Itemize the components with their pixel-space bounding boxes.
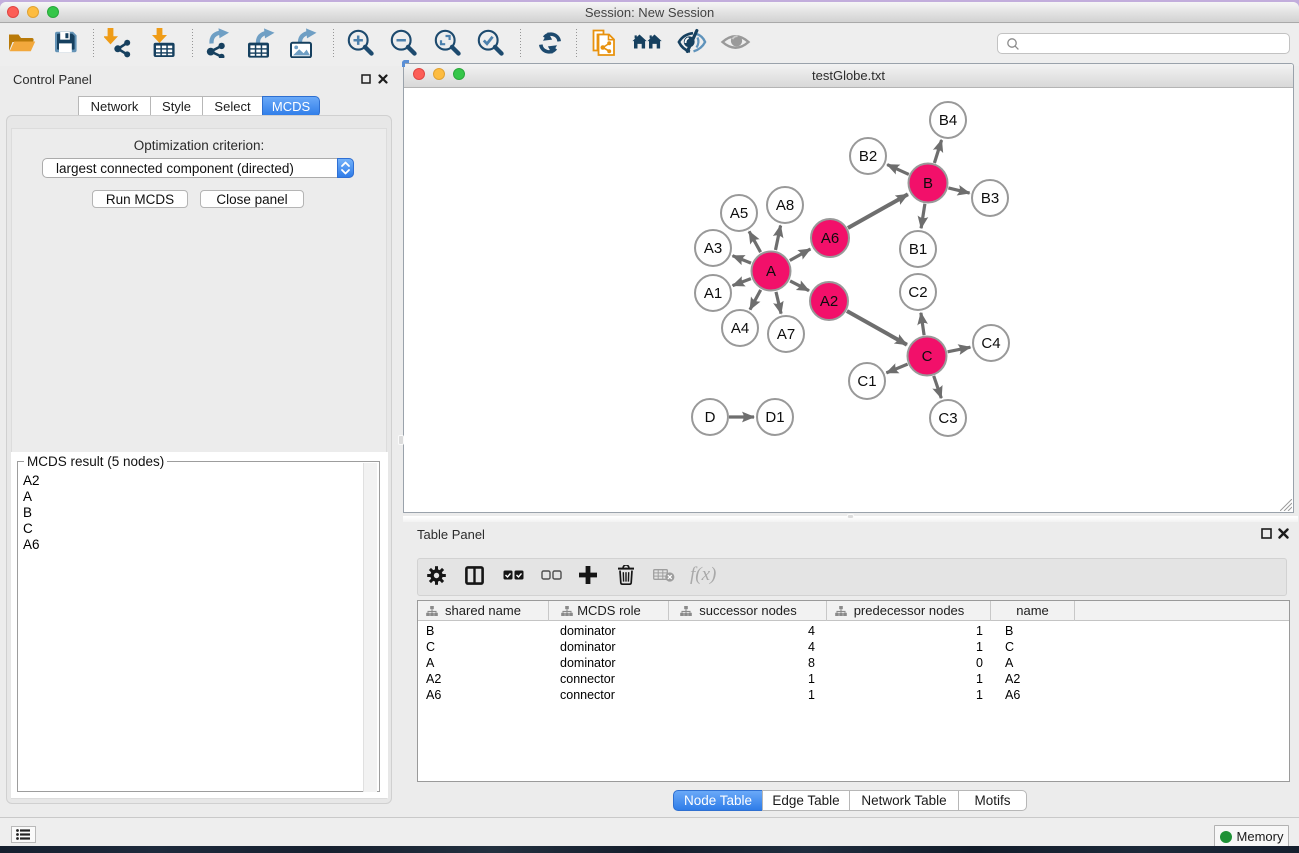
svg-text:D1: D1 <box>765 409 784 426</box>
svg-text:A3: A3 <box>704 240 722 257</box>
svg-text:C4: C4 <box>981 335 1000 352</box>
svg-text:C3: C3 <box>938 410 957 427</box>
svg-text:A5: A5 <box>730 205 748 222</box>
svg-text:C: C <box>922 348 933 365</box>
svg-text:A: A <box>766 263 776 280</box>
svg-text:A2: A2 <box>820 293 838 310</box>
svg-text:C2: C2 <box>908 284 927 301</box>
svg-text:B4: B4 <box>939 112 957 129</box>
svg-text:A1: A1 <box>704 285 722 302</box>
svg-text:A8: A8 <box>776 197 794 214</box>
svg-text:C1: C1 <box>857 373 876 390</box>
svg-text:A6: A6 <box>821 230 839 247</box>
svg-text:B2: B2 <box>859 148 877 165</box>
svg-text:B: B <box>923 175 933 192</box>
svg-text:A7: A7 <box>777 326 795 343</box>
svg-text:B3: B3 <box>981 190 999 207</box>
svg-text:D: D <box>705 409 716 426</box>
svg-text:B1: B1 <box>909 241 927 258</box>
svg-text:A4: A4 <box>731 320 749 337</box>
